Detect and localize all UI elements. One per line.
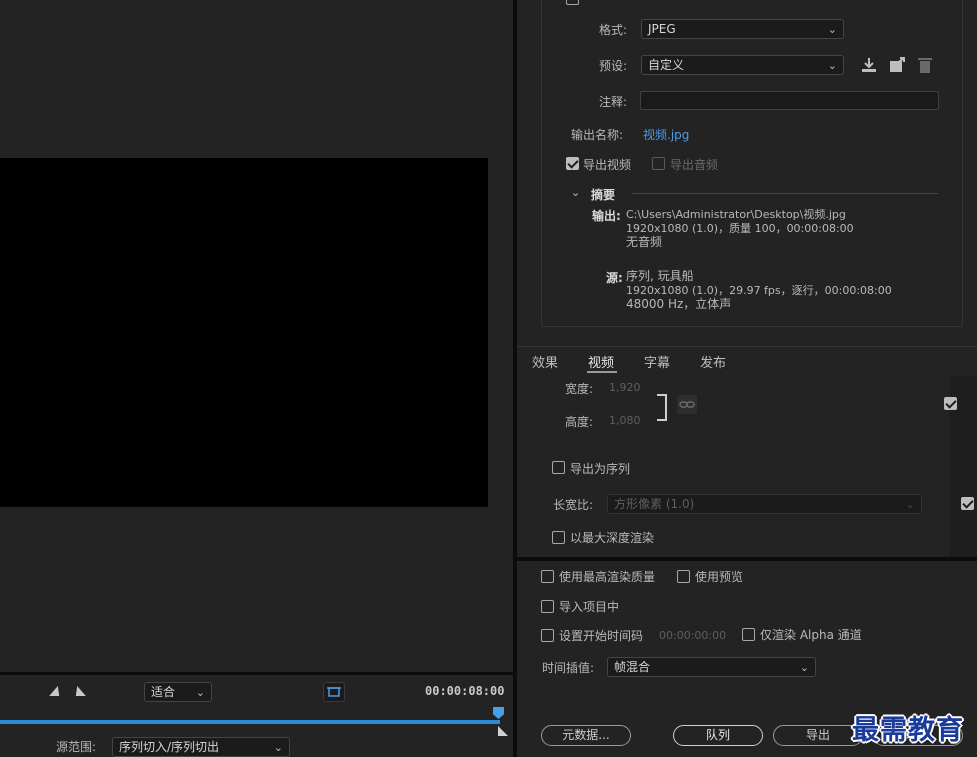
- summary-source-audio: 48000 Hz，立体声: [626, 297, 732, 311]
- save-preset-icon[interactable]: [860, 56, 878, 74]
- time-interpolation-dropdown[interactable]: 帧混合 ⌄: [607, 657, 816, 677]
- preset-dropdown[interactable]: 自定义 ⌄: [641, 55, 844, 75]
- import-into-project-label: 导入项目中: [559, 600, 620, 614]
- fit-dropdown[interactable]: 适合 ⌄: [144, 682, 212, 702]
- alpha-only-label: 仅渲染 Alpha 通道: [760, 628, 862, 642]
- tab-effects[interactable]: 效果: [532, 352, 558, 371]
- aspect-ratio-value: 方形像素 (1.0): [614, 497, 695, 511]
- summary-title: 摘要: [591, 188, 616, 202]
- tab-publish[interactable]: 发布: [700, 352, 726, 371]
- export-as-sequence-label: 导出为序列: [570, 462, 631, 476]
- comment-input[interactable]: [640, 91, 939, 110]
- export-video-checkbox[interactable]: [566, 157, 579, 170]
- aspect-ratio-label: 长宽比:: [553, 498, 594, 512]
- chevron-down-icon: ⌄: [195, 686, 205, 699]
- summary-source-label: 源:: [606, 271, 623, 285]
- height-value[interactable]: 1,080: [609, 414, 641, 427]
- max-depth-checkbox[interactable]: [552, 531, 565, 544]
- summary-source-name: 序列, 玩具船: [626, 269, 694, 283]
- output-name-label: 输出名称:: [571, 128, 624, 142]
- width-label: 宽度:: [565, 382, 594, 396]
- active-tab-indicator: [587, 371, 617, 373]
- summary-output-audio: 无音频: [626, 235, 663, 249]
- summary-output-specs: 1920x1080 (1.0)，质量 100，00:00:08:00: [626, 222, 854, 235]
- aspect-ratio-dropdown[interactable]: 方形像素 (1.0) ⌄: [607, 494, 922, 514]
- comment-label: 注释:: [599, 95, 628, 109]
- use-previews-label: 使用预览: [695, 570, 744, 584]
- export-video-label: 导出视频: [583, 158, 632, 172]
- watermark-logo: 最需教育: [852, 715, 964, 746]
- metadata-button[interactable]: 元数据...: [541, 725, 631, 746]
- aspect-toggle-button[interactable]: [323, 682, 345, 702]
- set-start-timecode-checkbox[interactable]: [541, 629, 554, 642]
- summary-output-label: 输出:: [592, 209, 621, 223]
- width-value[interactable]: 1,920: [609, 381, 641, 394]
- chevron-down-icon: ⌄: [799, 661, 809, 674]
- chevron-down-icon: ⌄: [273, 741, 283, 754]
- start-timecode-value[interactable]: 00:00:00:00: [659, 629, 726, 642]
- constrain-proportions-button[interactable]: [677, 395, 697, 414]
- format-dropdown[interactable]: JPEG ⌄: [641, 19, 844, 39]
- timecode-display: 00:00:08:00: [425, 684, 505, 698]
- source-range-label: 源范围:: [56, 740, 97, 754]
- export-audio-checkbox[interactable]: [652, 157, 665, 170]
- import-into-project-checkbox[interactable]: [541, 600, 554, 613]
- format-value: JPEG: [648, 22, 676, 36]
- fit-dropdown-value: 适合: [151, 685, 176, 699]
- source-range-dropdown[interactable]: 序列切入/序列切出 ⌄: [112, 737, 290, 757]
- chevron-down-icon[interactable]: ⌄: [571, 186, 580, 199]
- max-depth-label: 以最大深度渲染: [570, 531, 655, 545]
- export-audio-label: 导出音频: [670, 158, 719, 172]
- alpha-only-checkbox[interactable]: [742, 628, 755, 641]
- chevron-down-icon: ⌄: [827, 59, 837, 72]
- tab-captions[interactable]: 字幕: [644, 352, 670, 371]
- match-source-size-checkbox[interactable]: [943, 397, 957, 410]
- source-range-value: 序列切入/序列切出: [119, 740, 220, 754]
- chevron-down-icon: ⌄: [905, 498, 915, 511]
- match-aspect-checkbox[interactable]: [960, 497, 974, 510]
- height-label: 高度:: [565, 415, 594, 429]
- tab-video[interactable]: 视频: [588, 352, 614, 371]
- use-previews-checkbox[interactable]: [677, 570, 690, 583]
- export-settings-checkbox[interactable]: [566, 0, 579, 5]
- time-interpolation-value: 帧混合: [614, 660, 651, 674]
- import-preset-icon[interactable]: [888, 56, 906, 74]
- dimension-bracket: [657, 394, 667, 421]
- link-icon: [679, 401, 695, 408]
- summary-divider: [632, 193, 938, 194]
- export-button[interactable]: 导出: [773, 725, 863, 746]
- format-label: 格式:: [599, 23, 628, 37]
- preset-value: 自定义: [648, 58, 685, 72]
- video-preview-frame: [0, 158, 488, 507]
- set-start-timecode-label: 设置开始时间码: [559, 629, 644, 643]
- chevron-down-icon: ⌄: [827, 23, 837, 36]
- crop-icon: [327, 687, 341, 697]
- queue-button[interactable]: 队列: [673, 725, 763, 746]
- preset-label: 预设:: [599, 59, 628, 73]
- max-render-quality-checkbox[interactable]: [541, 570, 554, 583]
- out-point-icon[interactable]: [498, 726, 508, 736]
- summary-source-specs: 1920x1080 (1.0)，29.97 fps，逐行，00:00:08:00: [626, 284, 892, 297]
- time-interpolation-label: 时间插值:: [542, 661, 595, 675]
- timeline-range-bar[interactable]: [0, 720, 500, 724]
- summary-output-path: C:\Users\Administrator\Desktop\视频.jpg: [626, 208, 846, 221]
- export-as-sequence-checkbox[interactable]: [552, 461, 565, 474]
- max-render-quality-label: 使用最高渲染质量: [559, 570, 656, 584]
- output-name-link[interactable]: 视频.jpg: [643, 126, 689, 143]
- delete-preset-icon[interactable]: [917, 56, 933, 74]
- settings-tabs: 效果 视频 字幕 发布: [517, 346, 977, 376]
